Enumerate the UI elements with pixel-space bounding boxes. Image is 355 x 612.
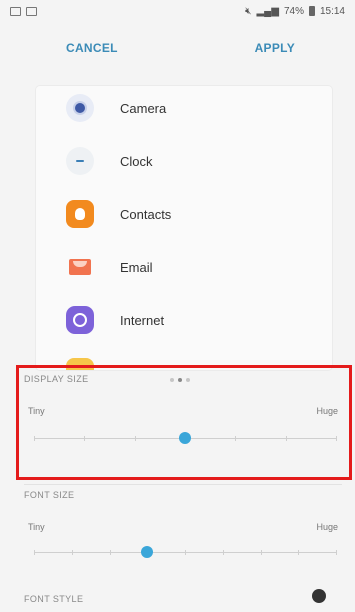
internet-icon: [66, 306, 94, 334]
display-size-section: DISPLAY SIZE Tiny Huge: [24, 372, 342, 480]
font-size-slider[interactable]: [34, 546, 337, 558]
app-icon-partial: [66, 358, 94, 370]
preview-card[interactable]: Camera Clock Contacts Email Internet: [36, 86, 332, 370]
status-right: 🔇︎ ▂▄▆ 74% 15:14: [245, 6, 345, 17]
slider-tick: [298, 550, 300, 555]
app-label: Camera: [120, 100, 167, 116]
battery-percent: 74%: [283, 5, 304, 17]
slider-thumb[interactable]: [141, 546, 154, 558]
status-left: [10, 6, 37, 16]
mute-icon: 🔇︎: [245, 5, 252, 17]
app-label: Clock: [120, 153, 153, 169]
apply-button[interactable]: APPLY: [255, 41, 295, 55]
display-size-slider[interactable]: [34, 432, 337, 444]
list-item-camera: Camera: [36, 88, 332, 128]
section-title: FONT SIZE: [24, 490, 75, 500]
list-item-email: Email: [36, 247, 332, 287]
slider-tick: [134, 436, 136, 441]
slider-max-label: Huge: [316, 522, 338, 532]
slider-tick: [260, 550, 262, 555]
font-style-icon[interactable]: [312, 589, 326, 603]
contacts-icon: [66, 200, 94, 228]
section-title: DISPLAY SIZE: [24, 374, 89, 384]
slider-thumb[interactable]: [179, 432, 191, 444]
list-item-partial: [36, 352, 332, 370]
divider: [24, 484, 342, 485]
list-item-contacts: Contacts: [36, 194, 332, 234]
slider-min-label: Tiny: [28, 406, 45, 416]
slider-tick: [185, 550, 186, 555]
slider-tick: [235, 436, 237, 441]
section-title: FONT STYLE: [24, 594, 84, 604]
slider-min-label: Tiny: [28, 522, 45, 532]
app-label: Contacts: [120, 206, 172, 222]
app-label: Internet: [120, 312, 165, 328]
email-icon: [66, 253, 94, 281]
battery-icon: [308, 6, 315, 16]
clock-icon: [66, 147, 94, 175]
app-label: Email: [120, 259, 153, 275]
status-bar: 🔇︎ ▂▄▆ 74% 15:14: [0, 0, 355, 22]
email-notification-icon: [26, 6, 37, 16]
slider-tick: [336, 436, 337, 441]
slider-max-label: Huge: [316, 406, 338, 416]
slider-tick: [71, 550, 73, 555]
list-item-clock: Clock: [36, 141, 332, 181]
camera-icon: [66, 94, 94, 122]
slider-tick: [109, 550, 111, 555]
slider-tick: [285, 436, 287, 441]
slider-tick: [222, 550, 224, 555]
cancel-button[interactable]: CANCEL: [66, 41, 118, 55]
action-bar: CANCEL APPLY: [0, 34, 355, 62]
slider-tick: [34, 550, 35, 555]
slider-tick: [84, 436, 86, 441]
font-size-section: FONT SIZE Tiny Huge: [24, 484, 342, 584]
slider-tick: [336, 550, 337, 555]
status-time: 15:14: [319, 5, 345, 17]
signal-icon: ▂▄▆: [256, 5, 279, 17]
gallery-notification-icon: [10, 6, 21, 16]
slider-tick: [34, 436, 35, 441]
list-item-internet: Internet: [36, 300, 332, 340]
